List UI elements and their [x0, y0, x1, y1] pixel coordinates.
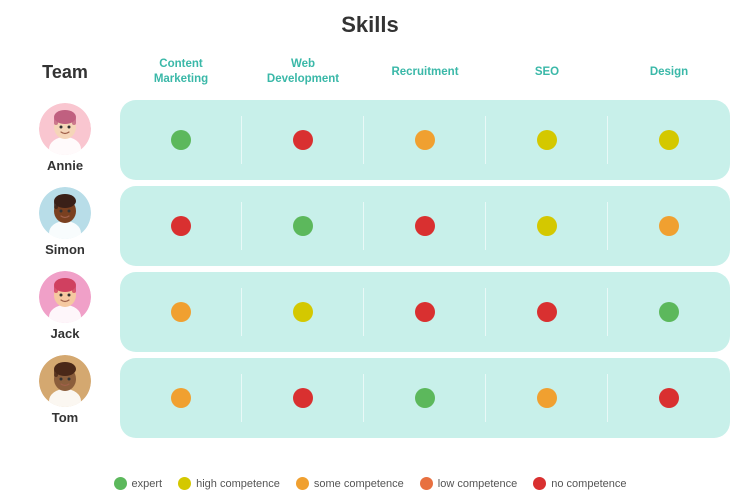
skill-dot: [171, 130, 191, 150]
legend-label-expert: expert: [132, 478, 163, 490]
col-header-web_development: WebDevelopment: [242, 48, 364, 96]
legend-item-expert: expert: [114, 477, 163, 490]
skill-cell-simon-content_marketing: [120, 186, 242, 266]
skill-cell-tom-seo: [486, 358, 608, 438]
col-header-design: Design: [608, 48, 730, 96]
legend-dot-low_competence: [420, 477, 433, 490]
legend-dot-expert: [114, 477, 127, 490]
skill-cell-jack-seo: [486, 272, 608, 352]
avatar-tom: [39, 355, 91, 407]
skill-cell-simon-design: [608, 186, 730, 266]
person-name-annie: Annie: [47, 158, 83, 173]
data-row-jack: [120, 272, 730, 352]
skill-cell-jack-web_development: [242, 272, 364, 352]
team-column: Team Annie: [10, 48, 120, 467]
skill-dot: [415, 302, 435, 322]
skill-cell-annie-web_development: [242, 100, 364, 180]
skill-cell-annie-seo: [486, 100, 608, 180]
skill-cell-jack-content_marketing: [120, 272, 242, 352]
legend-label-no_competence: no competence: [551, 478, 626, 490]
header-row: ContentMarketingWebDevelopmentRecruitmen…: [120, 48, 730, 96]
page: Skills Team Annie: [0, 0, 740, 500]
page-title: Skills: [341, 12, 398, 38]
skill-dot: [415, 130, 435, 150]
skill-cell-simon-seo: [486, 186, 608, 266]
person-name-jack: Jack: [51, 326, 80, 341]
data-row-annie: [120, 100, 730, 180]
skill-dot: [293, 302, 313, 322]
avatar-cell-tom: Tom: [39, 348, 91, 432]
skill-dot: [415, 388, 435, 408]
legend-dot-no_competence: [533, 477, 546, 490]
skill-dot: [537, 388, 557, 408]
avatar-simon: [39, 187, 91, 239]
avatar-cell-annie: Annie: [39, 96, 91, 180]
team-label: Team: [42, 48, 88, 96]
legend-label-some_competence: some competence: [314, 478, 404, 490]
col-header-seo: SEO: [486, 48, 608, 96]
col-header-recruitment: Recruitment: [364, 48, 486, 96]
avatar-cell-jack: Jack: [39, 264, 91, 348]
skill-dot: [293, 388, 313, 408]
skill-cell-simon-web_development: [242, 186, 364, 266]
legend-label-high_competence: high competence: [196, 478, 280, 490]
person-name-simon: Simon: [45, 242, 85, 257]
skill-cell-tom-web_development: [242, 358, 364, 438]
skill-cell-simon-recruitment: [364, 186, 486, 266]
person-name-tom: Tom: [52, 410, 78, 425]
grid-area: ContentMarketingWebDevelopmentRecruitmen…: [120, 48, 730, 467]
skill-cell-tom-recruitment: [364, 358, 486, 438]
skill-cell-annie-content_marketing: [120, 100, 242, 180]
skill-dot: [537, 130, 557, 150]
avatar-jack: [39, 271, 91, 323]
legend-dot-high_competence: [178, 477, 191, 490]
skill-dot: [659, 388, 679, 408]
data-row-simon: [120, 186, 730, 266]
skill-dot: [171, 302, 191, 322]
skill-dot: [171, 388, 191, 408]
main-content: Team Annie: [10, 48, 730, 467]
skill-dot: [537, 216, 557, 236]
legend-dot-some_competence: [296, 477, 309, 490]
legend-item-high_competence: high competence: [178, 477, 280, 490]
legend-item-some_competence: some competence: [296, 477, 404, 490]
skill-dot: [293, 216, 313, 236]
skill-cell-tom-content_marketing: [120, 358, 242, 438]
legend: expert high competence some competence low …: [114, 477, 627, 490]
skill-dot: [415, 216, 435, 236]
legend-item-low_competence: low competence: [420, 477, 518, 490]
skill-cell-annie-design: [608, 100, 730, 180]
skill-dot: [537, 302, 557, 322]
data-rows: [120, 100, 730, 467]
skill-dot: [659, 130, 679, 150]
skill-cell-jack-recruitment: [364, 272, 486, 352]
col-header-content_marketing: ContentMarketing: [120, 48, 242, 96]
skill-cell-jack-design: [608, 272, 730, 352]
skill-dot: [171, 216, 191, 236]
legend-item-no_competence: no competence: [533, 477, 626, 490]
skill-dot: [293, 130, 313, 150]
skill-cell-tom-design: [608, 358, 730, 438]
skill-dot: [659, 216, 679, 236]
avatar-annie: [39, 103, 91, 155]
data-row-tom: [120, 358, 730, 438]
legend-label-low_competence: low competence: [438, 478, 518, 490]
skill-dot: [659, 302, 679, 322]
skill-cell-annie-recruitment: [364, 100, 486, 180]
avatar-cell-simon: Simon: [39, 180, 91, 264]
